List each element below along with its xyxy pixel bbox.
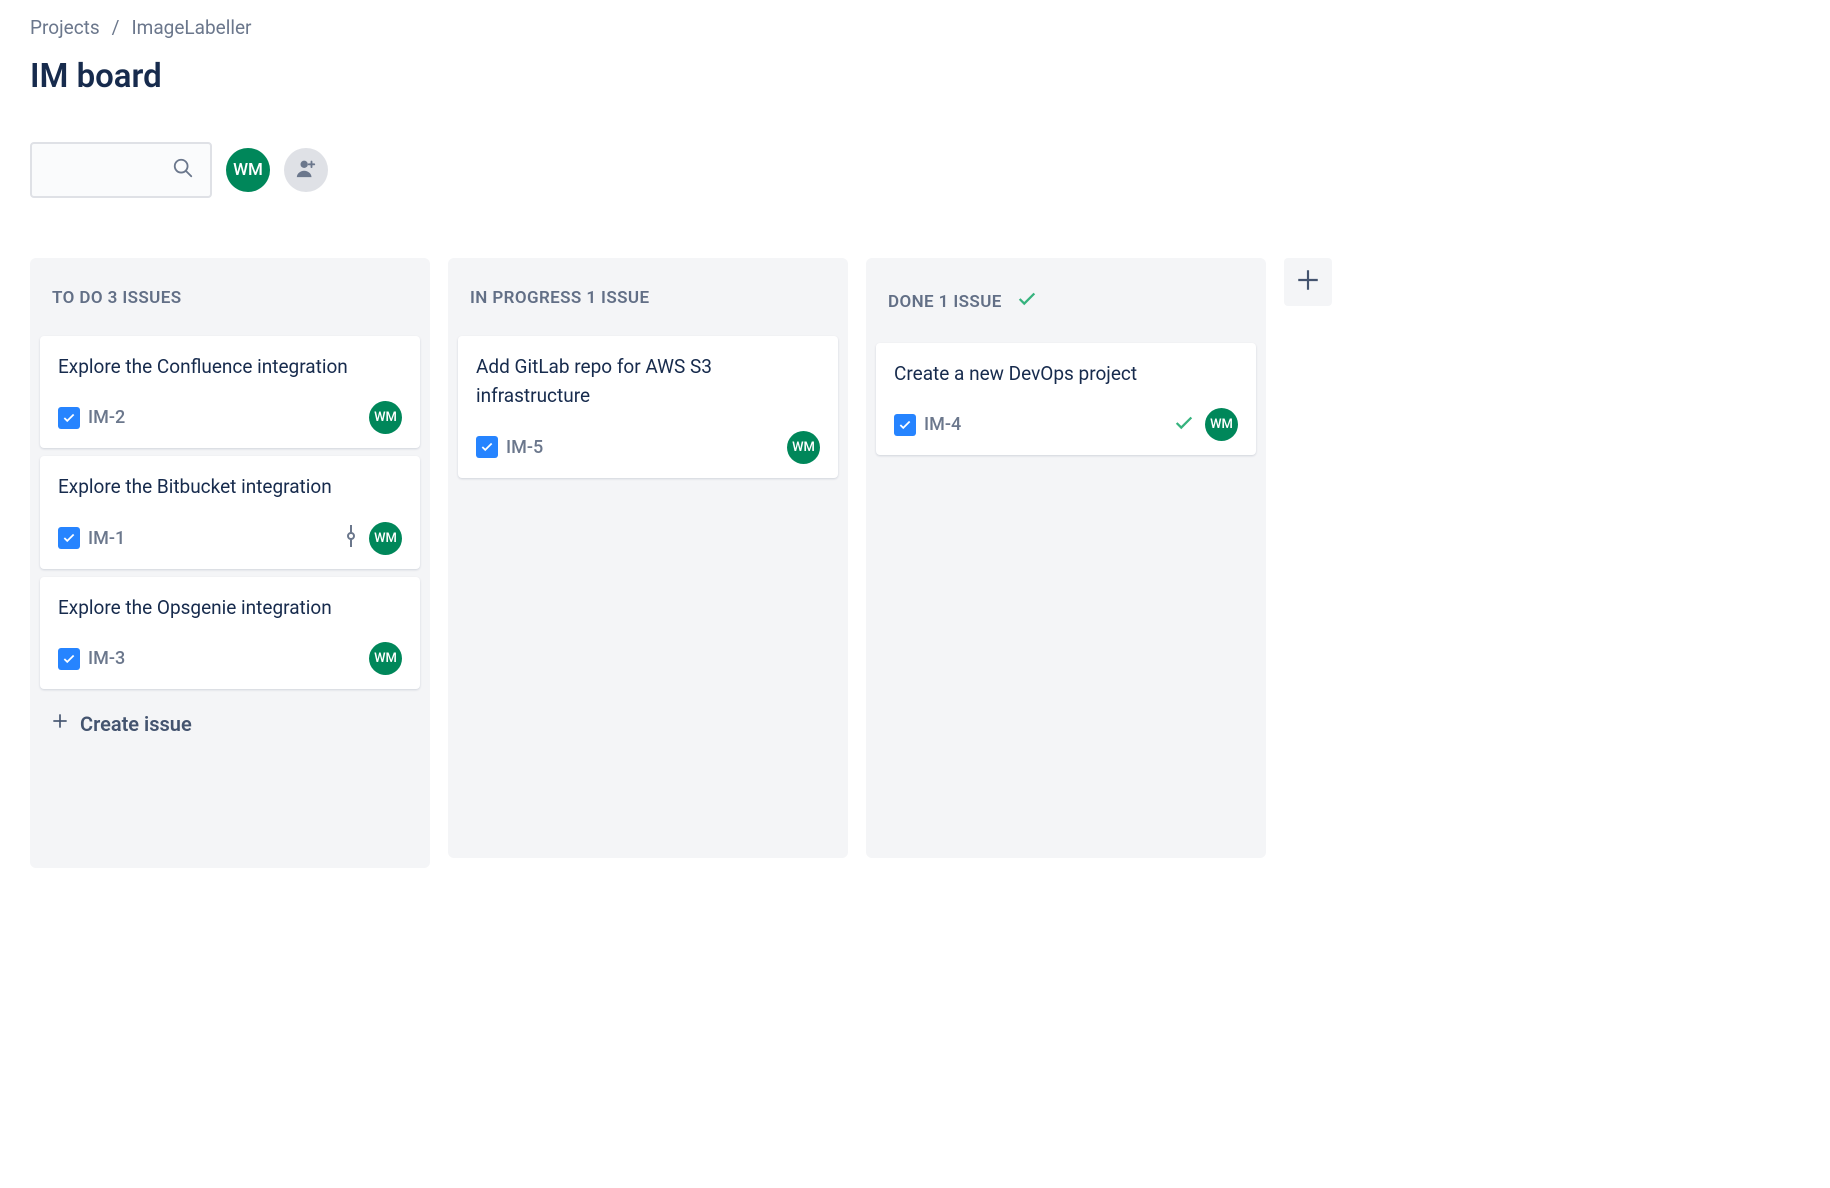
search-input[interactable] [30,142,212,198]
add-column-button[interactable] [1284,258,1332,306]
done-status-icon [1173,412,1195,438]
user-avatar[interactable]: WM [226,148,270,192]
done-check-icon [1016,288,1038,315]
plus-icon [50,711,70,736]
commit-icon [343,524,359,552]
column-header-label: TO DO 3 ISSUES [52,288,182,308]
task-type-icon [58,407,80,429]
column-header-label: IN PROGRESS 1 ISSUE [470,288,649,308]
assignee-avatar[interactable]: WM [369,522,402,555]
issue-key[interactable]: IM-2 [88,407,125,428]
breadcrumb-projects-link[interactable]: Projects [30,16,100,39]
board-toolbar: WM [30,142,1800,198]
issue-card[interactable]: Explore the Opsgenie integration IM-3 WM [40,577,420,689]
card-title: Create a new DevOps project [894,359,1238,388]
column-header[interactable]: TO DO 3 ISSUES [40,278,420,336]
column-done: DONE 1 ISSUE Create a new DevOps project… [866,258,1266,858]
assignee-avatar[interactable]: WM [369,401,402,434]
breadcrumb-project-link[interactable]: ImageLabeller [132,16,252,39]
task-type-icon [476,436,498,458]
search-icon [172,157,194,183]
issue-card[interactable]: Create a new DevOps project IM-4 WM [876,343,1256,455]
task-type-icon [894,414,916,436]
create-issue-label: Create issue [80,712,192,736]
column-todo: TO DO 3 ISSUES Explore the Confluence in… [30,258,430,868]
issue-card[interactable]: Explore the Confluence integration IM-2 … [40,336,420,448]
card-title: Add GitLab repo for AWS S3 infrastructur… [476,352,820,411]
issue-card[interactable]: Explore the Bitbucket integration IM-1 W… [40,456,420,568]
issue-key[interactable]: IM-4 [924,414,961,435]
card-title: Explore the Opsgenie integration [58,593,402,622]
card-title: Explore the Confluence integration [58,352,402,381]
issue-card[interactable]: Add GitLab repo for AWS S3 infrastructur… [458,336,838,478]
issue-key[interactable]: IM-1 [88,528,125,549]
assignee-avatar[interactable]: WM [787,431,820,464]
breadcrumb-separator: / [112,16,120,39]
column-in-progress: IN PROGRESS 1 ISSUE Add GitLab repo for … [448,258,848,858]
column-header-label: DONE 1 ISSUE [888,292,1002,312]
column-header[interactable]: DONE 1 ISSUE [876,278,1256,343]
task-type-icon [58,527,80,549]
column-header[interactable]: IN PROGRESS 1 ISSUE [458,278,838,336]
add-person-icon [295,157,317,184]
add-people-button[interactable] [284,148,328,192]
issue-key[interactable]: IM-5 [506,437,543,458]
breadcrumb: Projects / ImageLabeller [30,16,1800,39]
plus-icon [1295,267,1321,297]
task-type-icon [58,648,80,670]
assignee-avatar[interactable]: WM [369,642,402,675]
issue-key[interactable]: IM-3 [88,648,125,669]
board-columns: TO DO 3 ISSUES Explore the Confluence in… [30,258,1800,868]
assignee-avatar[interactable]: WM [1205,408,1238,441]
board-title: IM board [30,57,1800,96]
card-title: Explore the Bitbucket integration [58,472,402,501]
create-issue-button[interactable]: Create issue [40,697,420,744]
